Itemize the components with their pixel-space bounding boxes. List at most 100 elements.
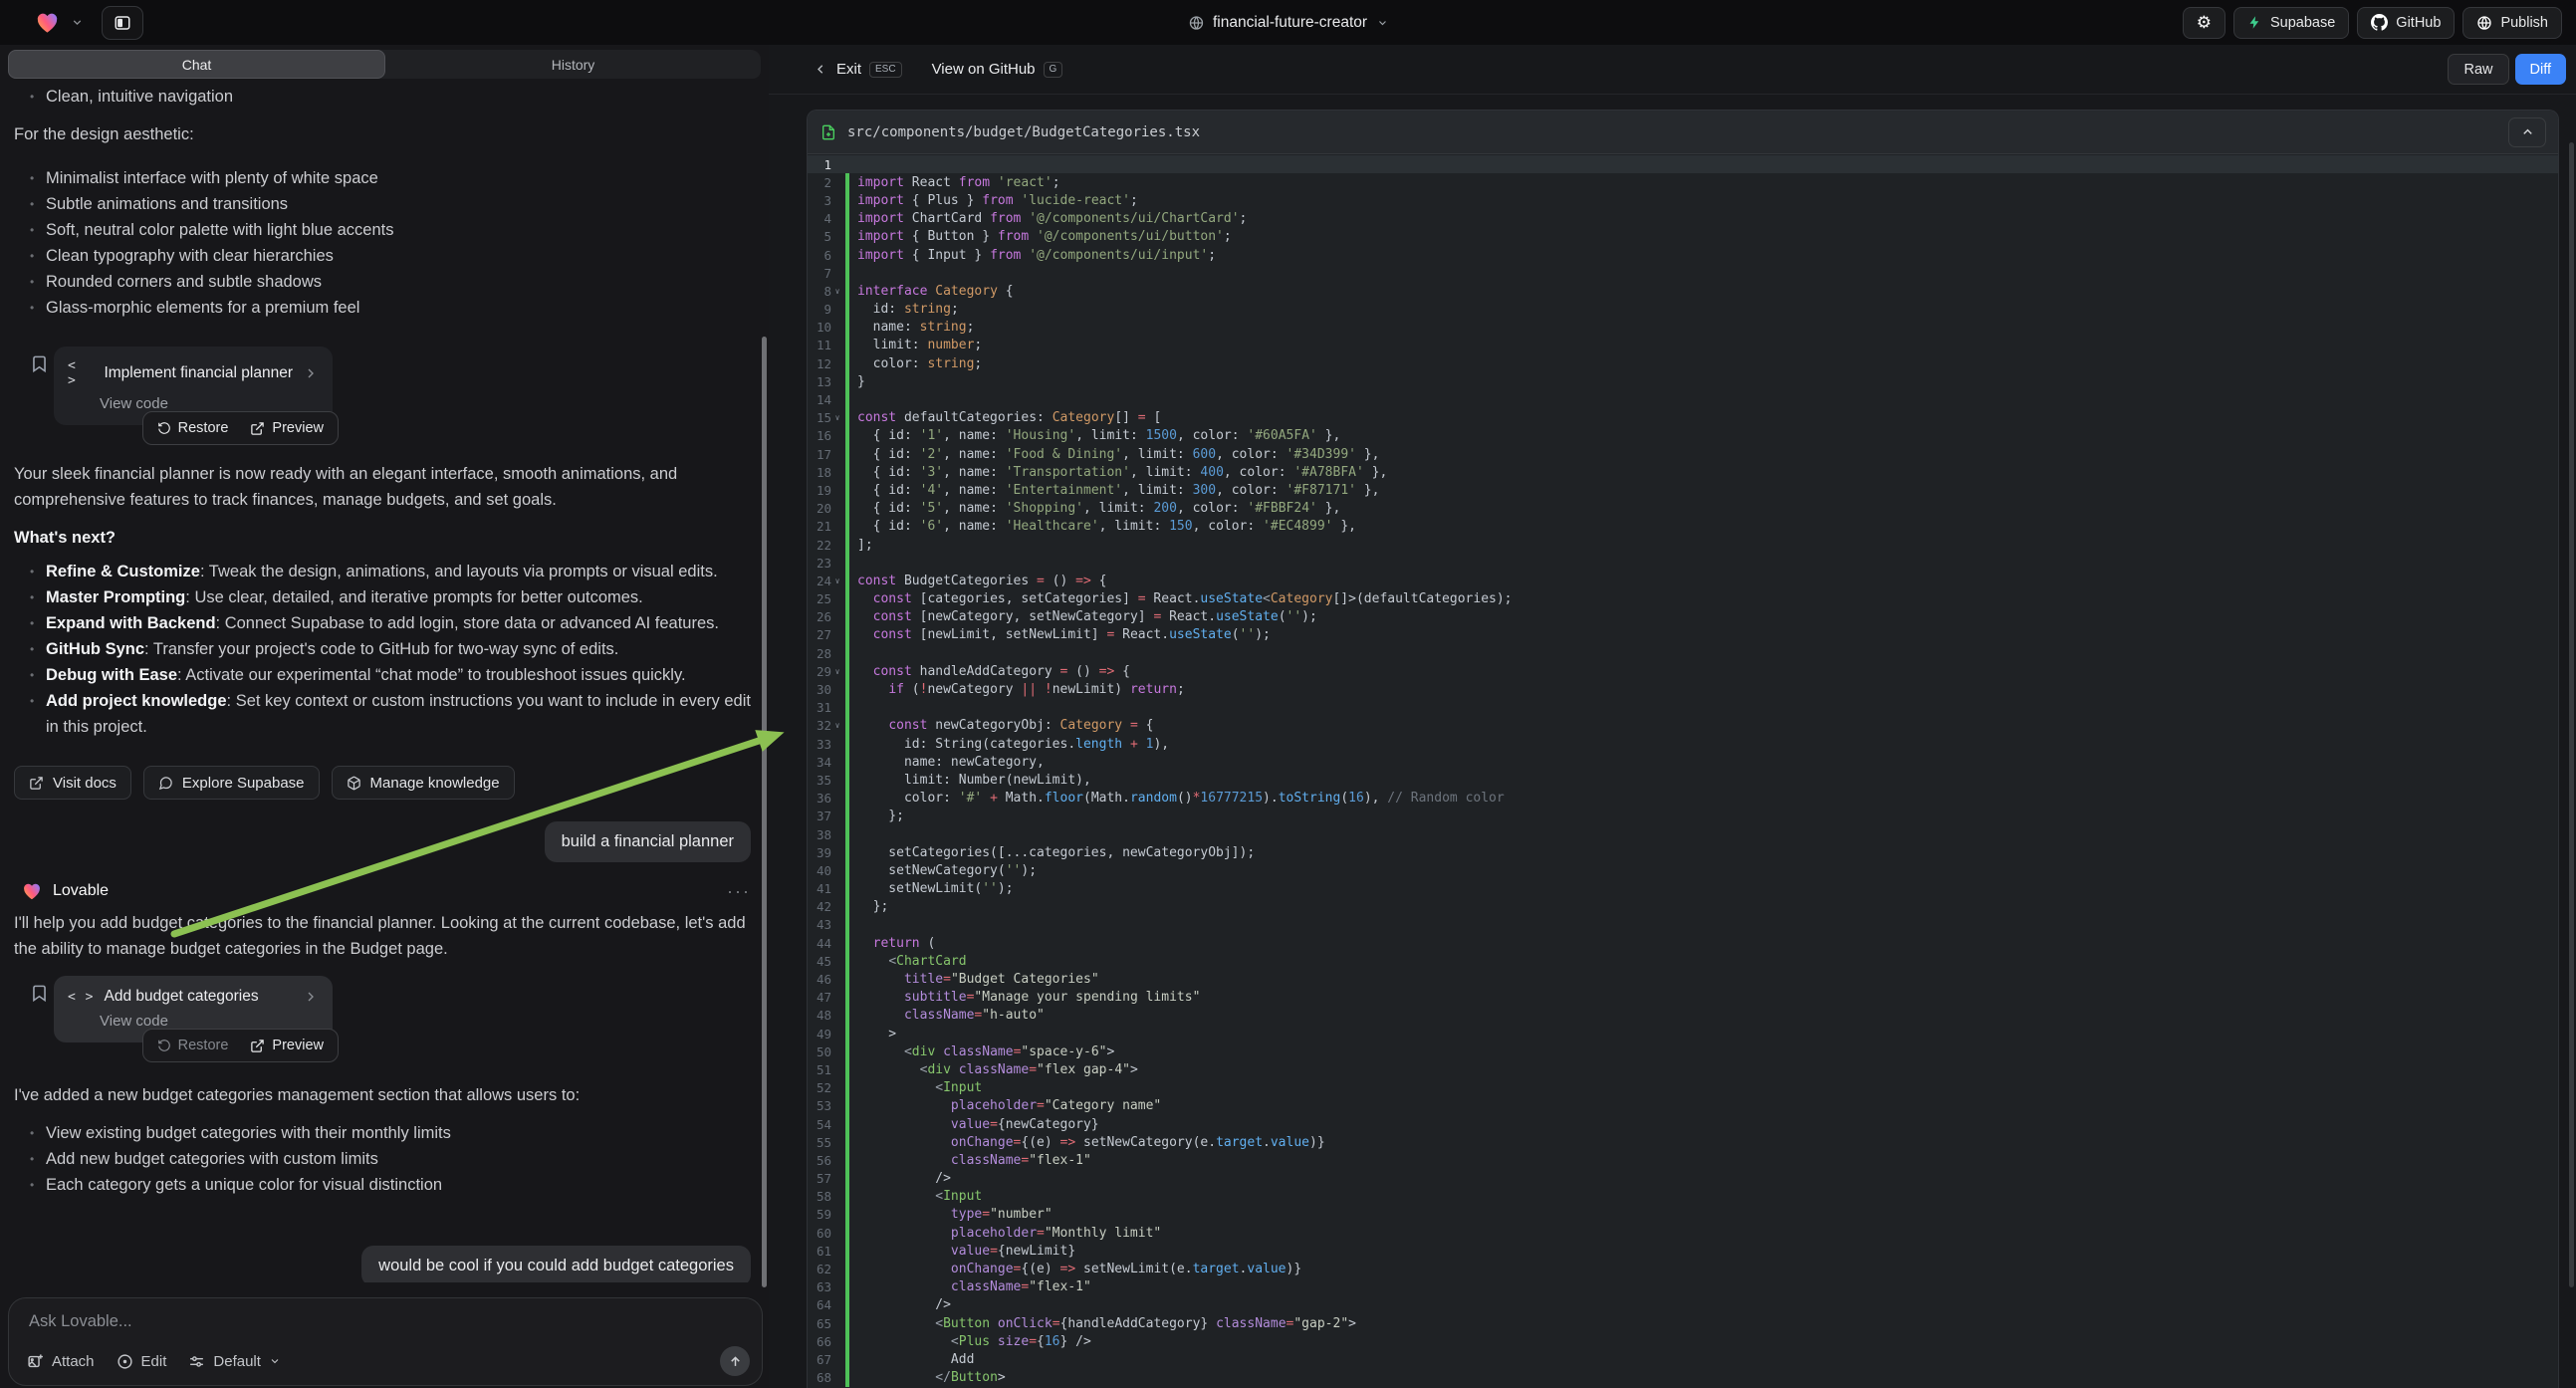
fold-icon[interactable]: ∨: [831, 667, 843, 676]
fold-icon[interactable]: ∨: [831, 577, 843, 585]
line-number: 23: [808, 556, 831, 571]
code-text: { id: '1', name: 'Housing', limit: 1500,…: [857, 428, 1340, 443]
project-switcher[interactable]: financial-future-creator: [1188, 14, 1388, 32]
manage-knowledge-button[interactable]: Manage knowledge: [332, 766, 515, 800]
chat-input-box[interactable]: Attach Edit Default: [8, 1297, 763, 1386]
code-line: 34 name: newCategory,: [808, 753, 2558, 771]
diff-added-bar: [845, 409, 849, 427]
code-line: 66 <Plus size={16} />: [808, 1332, 2558, 1350]
attach-button[interactable]: Attach: [27, 1353, 95, 1370]
bullet-list: Minimalist interface with plenty of whit…: [14, 165, 751, 321]
line-number: 21: [808, 519, 831, 534]
publish-button[interactable]: Publish: [2462, 7, 2562, 39]
code-text: type="number": [857, 1207, 1053, 1222]
exit-button[interactable]: Exit ESC: [814, 61, 902, 78]
code-scrollbar-thumb[interactable]: [2569, 142, 2574, 1287]
code-text: onChange={(e) => setNewLimit(e.target.va…: [857, 1262, 1301, 1276]
diff-toggle-button[interactable]: Diff: [2515, 54, 2567, 85]
code-text: <div className="space-y-6">: [857, 1044, 1114, 1059]
mode-selector[interactable]: Default: [188, 1353, 281, 1370]
lovable-logo-heart-icon[interactable]: [34, 9, 61, 36]
diff-added-bar: [845, 246, 849, 264]
version-card[interactable]: < >Add budget categoriesView codeRestore…: [54, 976, 333, 1042]
diff-added-bar: [845, 1097, 849, 1115]
toggle-sidebar-button[interactable]: [102, 6, 143, 40]
circle-dot-icon: [117, 1353, 133, 1370]
restore-button[interactable]: Restore: [146, 1033, 240, 1058]
view-code-link[interactable]: View code: [100, 1013, 319, 1030]
line-number: 57: [808, 1171, 831, 1186]
code-text: { id: '6', name: 'Healthcare', limit: 15…: [857, 519, 1356, 534]
code-line: 26 const [newCategory, setNewCategory] =…: [808, 608, 2558, 626]
raw-toggle-button[interactable]: Raw: [2448, 54, 2508, 85]
collapse-file-button[interactable]: [2508, 117, 2546, 147]
preview-button[interactable]: Preview: [239, 415, 335, 441]
restore-label: Restore: [178, 1038, 229, 1053]
preview-button[interactable]: Preview: [239, 1033, 335, 1058]
code-text: return (: [857, 936, 935, 951]
bullet-item-bold: GitHub Sync: [46, 640, 144, 658]
diff-added-bar: [845, 372, 849, 390]
line-number: 1: [808, 157, 831, 172]
code-line: 52 <Input: [808, 1079, 2558, 1097]
chevron-down-icon[interactable]: [71, 16, 84, 29]
code-text: >: [857, 1027, 896, 1041]
line-number: 52: [808, 1080, 831, 1095]
send-button[interactable]: [720, 1346, 750, 1376]
github-button[interactable]: GitHub: [2357, 7, 2455, 39]
tab-chat[interactable]: Chat: [8, 50, 385, 79]
fold-icon[interactable]: ∨: [831, 287, 843, 296]
chat-input-field[interactable]: [29, 1312, 742, 1331]
code-text: id: String(categories.length + 1),: [857, 737, 1169, 752]
diff-added-bar: [845, 771, 849, 789]
bookmark-icon[interactable]: [30, 976, 54, 1003]
attach-label: Attach: [52, 1353, 95, 1370]
view-on-github-button[interactable]: View on GitHub G: [932, 61, 1063, 78]
code-line: 37 };: [808, 808, 2558, 825]
more-options-icon[interactable]: [727, 881, 751, 902]
bullet-item: Expand with Backend: Connect Supabase to…: [30, 610, 751, 636]
diff-added-bar: [845, 1133, 849, 1151]
settings-button[interactable]: ⚙: [2183, 7, 2225, 39]
file-header[interactable]: src/components/budget/BudgetCategories.t…: [808, 111, 2558, 154]
line-number: 24: [808, 574, 831, 588]
bullet-list: Clean, intuitive navigation: [14, 84, 751, 110]
tab-history[interactable]: History: [385, 50, 761, 79]
restore-label: Restore: [178, 420, 229, 436]
code-line: 1: [808, 155, 2558, 173]
diff-added-bar: [845, 1260, 849, 1277]
fold-icon[interactable]: ∨: [831, 413, 843, 422]
diff-added-bar: [845, 934, 849, 952]
code-line: 59 type="number": [808, 1206, 2558, 1224]
chat-scrollbar-thumb[interactable]: [762, 337, 767, 1287]
file-path: src/components/budget/BudgetCategories.t…: [847, 124, 1200, 140]
version-card[interactable]: < >Implement financial plannerView codeR…: [54, 347, 333, 425]
bookmark-icon[interactable]: [30, 347, 54, 373]
line-number: 2: [808, 175, 831, 190]
code-text: />: [857, 1171, 951, 1186]
code-text: className="h-auto": [857, 1008, 1045, 1023]
restore-button[interactable]: Restore: [146, 415, 240, 441]
bullet-item: Each category gets a unique color for vi…: [30, 1172, 751, 1198]
visit-docs-button[interactable]: Visit docs: [14, 766, 131, 800]
code-viewer-header: Exit ESC View on GitHub G Raw Diff: [769, 45, 2576, 95]
line-number: 68: [808, 1370, 831, 1385]
line-number: 5: [808, 229, 831, 244]
fold-icon[interactable]: ∨: [831, 721, 843, 730]
line-number: 9: [808, 302, 831, 317]
version-card-title: Implement financial planner: [104, 364, 293, 382]
view-code-link[interactable]: View code: [100, 395, 319, 412]
diff-added-bar: [845, 680, 849, 698]
edit-mode-button[interactable]: Edit: [117, 1353, 167, 1370]
explore-supabase-button[interactable]: Explore Supabase: [143, 766, 320, 800]
project-name: financial-future-creator: [1213, 14, 1367, 32]
code-line: 61 value={newLimit}: [808, 1242, 2558, 1260]
code-text: value={newCategory}: [857, 1117, 1099, 1132]
line-number: 26: [808, 609, 831, 624]
bullet-item: Refine & Customize: Tweak the design, an…: [30, 559, 751, 584]
diff-added-bar: [845, 264, 849, 282]
arrow-up-icon: [728, 1354, 743, 1369]
bullet-item: Soft, neutral color palette with light b…: [30, 217, 751, 243]
code-viewer-panel: Exit ESC View on GitHub G Raw Diff src/c…: [769, 45, 2576, 1388]
supabase-button[interactable]: Supabase: [2233, 7, 2349, 39]
